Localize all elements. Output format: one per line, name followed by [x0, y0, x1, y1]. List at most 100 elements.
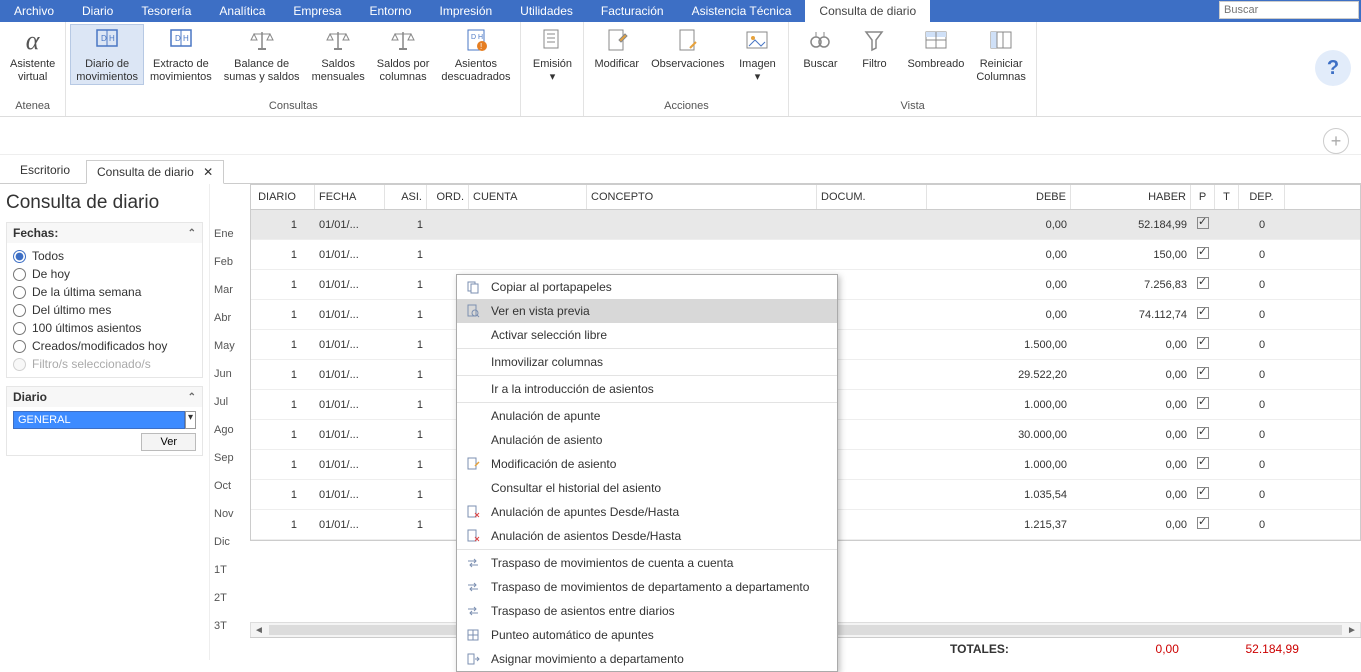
ctx-anulaci-n-de-apuntes-desde-has[interactable]: Anulación de apuntes Desde/Hasta	[457, 500, 837, 524]
ver-button[interactable]: Ver	[141, 433, 196, 451]
col-p[interactable]: P	[1191, 185, 1215, 209]
radio-fecha-5[interactable]: Creados/modificados hoy	[13, 337, 196, 355]
ctx-asignar-movimiento-a-departame[interactable]: Asignar movimiento a departamento	[457, 647, 837, 671]
menu-diario[interactable]: Diario	[68, 0, 127, 22]
ribbon-grid-shade[interactable]: Sombreado	[901, 24, 970, 85]
col-ord[interactable]: ORD.	[427, 185, 469, 209]
radio-input[interactable]	[13, 322, 26, 335]
ribbon-scale-cols[interactable]: Saldos porcolumnas	[371, 24, 436, 85]
table-row[interactable]: 101/01/...10,0052.184,990	[251, 210, 1360, 240]
checkbox-icon[interactable]	[1197, 337, 1209, 349]
ribbon-doc-dh[interactable]: D HDiario demovimientos	[70, 24, 144, 85]
radio-fecha-2[interactable]: De la última semana	[13, 283, 196, 301]
ribbon-funnel[interactable]: Filtro	[847, 24, 901, 85]
checkbox-icon[interactable]	[1197, 367, 1209, 379]
menu-consulta-diario[interactable]: Consulta de diario	[805, 0, 930, 22]
ctx-anulaci-n-de-asiento[interactable]: Anulación de asiento	[457, 428, 837, 452]
checkbox-icon[interactable]	[1197, 397, 1209, 409]
month-Mar[interactable]: Mar	[210, 276, 250, 304]
col-fecha[interactable]: FECHA	[315, 185, 385, 209]
ctx-punteo-autom-tico-de-apuntes[interactable]: Punteo automático de apuntes	[457, 623, 837, 647]
col-dep[interactable]: DEP.	[1239, 185, 1285, 209]
checkbox-icon[interactable]	[1197, 487, 1209, 499]
col-haber[interactable]: HABER	[1071, 185, 1191, 209]
scroll-left-icon[interactable]: ◄	[251, 625, 267, 636]
menu-archivo[interactable]: Archivo	[0, 0, 68, 22]
ribbon-doc-edit[interactable]: Modificar	[588, 24, 645, 85]
diario-select[interactable]	[13, 411, 185, 429]
month-Ago[interactable]: Ago	[210, 416, 250, 444]
ctx-anulaci-n-de-asientos-desde-ha[interactable]: Anulación de asientos Desde/Hasta	[457, 524, 837, 548]
month-Ene[interactable]: Ene	[210, 220, 250, 248]
menu-tesoreria[interactable]: Tesorería	[127, 0, 205, 22]
month-Nov[interactable]: Nov	[210, 500, 250, 528]
month-May[interactable]: May	[210, 332, 250, 360]
collapse-icon[interactable]: ⌃	[188, 392, 196, 403]
month-Jul[interactable]: Jul	[210, 388, 250, 416]
help-icon[interactable]: ?	[1315, 50, 1351, 86]
col-t[interactable]: T	[1215, 185, 1239, 209]
month-Oct[interactable]: Oct	[210, 472, 250, 500]
ctx-ver-en-vista-previa[interactable]: Ver en vista previa	[457, 299, 837, 323]
radio-input[interactable]	[13, 340, 26, 353]
month-Dic[interactable]: Dic	[210, 528, 250, 556]
checkbox-icon[interactable]	[1197, 277, 1209, 289]
ctx-activar-selecci-n-libre[interactable]: Activar selección libre	[457, 323, 837, 347]
ribbon-image[interactable]: Imagen▾	[730, 24, 784, 85]
ctx-traspaso-de-movimientos-de-dep[interactable]: Traspaso de movimientos de departamento …	[457, 575, 837, 599]
radio-fecha-0[interactable]: Todos	[13, 247, 196, 265]
scroll-right-icon[interactable]: ►	[1344, 625, 1360, 636]
checkbox-icon[interactable]	[1197, 247, 1209, 259]
ctx-consultar-el-historial-del-asi[interactable]: Consultar el historial del asiento	[457, 476, 837, 500]
search-input[interactable]	[1219, 1, 1359, 19]
ribbon-doc-warn[interactable]: D H!Asientosdescuadrados	[435, 24, 516, 85]
radio-input[interactable]	[13, 304, 26, 317]
ctx-modificaci-n-de-asiento[interactable]: Modificación de asiento	[457, 452, 837, 476]
ribbon-doc-dh2[interactable]: D HExtracto demovimientos	[144, 24, 218, 85]
add-button[interactable]: +	[1323, 128, 1349, 154]
ribbon-scale[interactable]: Balance desumas y saldos	[218, 24, 306, 85]
col-diario[interactable]: DIARIO	[251, 185, 315, 209]
month-Jun[interactable]: Jun	[210, 360, 250, 388]
col-concepto[interactable]: CONCEPTO	[587, 185, 817, 209]
menu-facturacion[interactable]: Facturación	[587, 0, 678, 22]
ribbon-scale-cal[interactable]: Saldosmensuales	[306, 24, 371, 85]
col-cuenta[interactable]: CUENTA	[469, 185, 587, 209]
ribbon-doc-pen[interactable]: Observaciones	[645, 24, 730, 85]
radio-fecha-3[interactable]: Del último mes	[13, 301, 196, 319]
radio-input[interactable]	[13, 250, 26, 263]
ctx-ir-a-la-introducci-n-de-asient[interactable]: Ir a la introducción de asientos	[457, 377, 837, 401]
checkbox-icon[interactable]	[1197, 217, 1209, 229]
ribbon-grid-reset[interactable]: ReiniciarColumnas	[970, 24, 1032, 85]
checkbox-icon[interactable]	[1197, 307, 1209, 319]
menu-empresa[interactable]: Empresa	[279, 0, 355, 22]
checkbox-icon[interactable]	[1197, 517, 1209, 529]
month-3T[interactable]: 3T	[210, 612, 250, 640]
dropdown-icon[interactable]: ▾	[185, 411, 196, 429]
col-docum[interactable]: DOCUM.	[817, 185, 927, 209]
month-Abr[interactable]: Abr	[210, 304, 250, 332]
menu-entorno[interactable]: Entorno	[355, 0, 425, 22]
col-debe[interactable]: DEBE	[927, 185, 1071, 209]
menu-utilidades[interactable]: Utilidades	[506, 0, 587, 22]
month-2T[interactable]: 2T	[210, 584, 250, 612]
tab-escritorio[interactable]: Escritorio	[10, 159, 80, 183]
menu-analitica[interactable]: Analítica	[205, 0, 279, 22]
ribbon-binoc[interactable]: Buscar	[793, 24, 847, 85]
tab-consulta-diario[interactable]: Consulta de diario ✕	[86, 160, 224, 184]
close-icon[interactable]: ✕	[203, 165, 213, 179]
ctx-traspaso-de-movimientos-de-cue[interactable]: Traspaso de movimientos de cuenta a cuen…	[457, 551, 837, 575]
ctx-copiar-al-portapapeles[interactable]: Copiar al portapapeles	[457, 275, 837, 299]
menu-asistencia[interactable]: Asistencia Técnica	[678, 0, 806, 22]
radio-fecha-4[interactable]: 100 últimos asientos	[13, 319, 196, 337]
radio-input[interactable]	[13, 268, 26, 281]
month-Sep[interactable]: Sep	[210, 444, 250, 472]
month-Feb[interactable]: Feb	[210, 248, 250, 276]
table-row[interactable]: 101/01/...10,00150,000	[251, 240, 1360, 270]
ribbon-alpha[interactable]: αAsistentevirtual	[4, 24, 61, 85]
checkbox-icon[interactable]	[1197, 427, 1209, 439]
collapse-icon[interactable]: ⌃	[188, 228, 196, 239]
ribbon-doc-send[interactable]: Emisión▾	[525, 24, 579, 85]
ctx-traspaso-de-asientos-entre-dia[interactable]: Traspaso de asientos entre diarios	[457, 599, 837, 623]
ctx-anulaci-n-de-apunte[interactable]: Anulación de apunte	[457, 404, 837, 428]
